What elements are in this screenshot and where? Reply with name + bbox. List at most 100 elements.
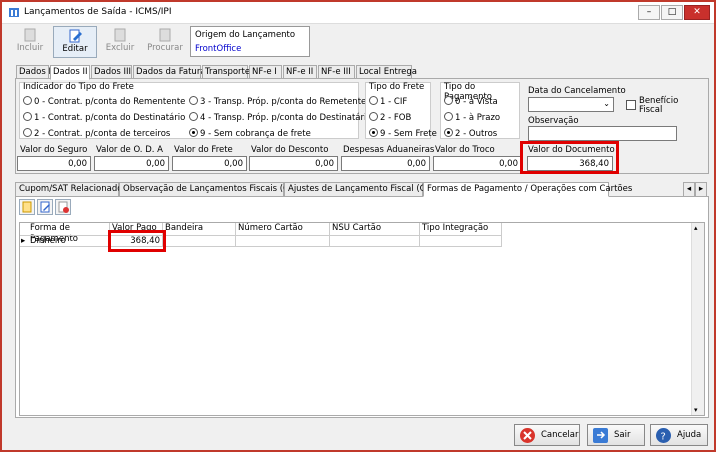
troco-input[interactable]: 0,00 — [433, 156, 522, 171]
ajuda-button[interactable]: ? Ajuda — [650, 424, 708, 446]
col-forma-pagamento: Forma de Pagamento — [28, 223, 110, 244]
desconto-label: Valor do Desconto — [251, 145, 329, 155]
frete-option-0[interactable]: 0 - Contrat. p/conta do Rementente — [23, 96, 185, 107]
troco-label: Valor do Troco — [435, 145, 495, 155]
col-nsu-cartao: NSU Cartão — [330, 223, 420, 235]
excluir-button[interactable]: Excluir — [98, 26, 142, 58]
window-title: Lançamentos de Saída - ICMS/IPI — [24, 7, 172, 17]
pagamento-aprazo[interactable]: 1 - à Prazo — [444, 112, 500, 123]
dados-ii-panel: Indicador do Tipo do Frete 0 - Contrat. … — [15, 78, 709, 174]
edit-row-button[interactable] — [37, 199, 53, 215]
sair-button[interactable]: Sair — [587, 424, 645, 446]
footer: Cancelar Sair ? Ajuda — [2, 420, 714, 450]
frete-option-9[interactable]: 9 - Sem cobrança de frete — [189, 128, 311, 139]
close-button[interactable]: ✕ — [684, 5, 710, 20]
tab-cupom-sat[interactable]: Cupom/SAT Relacionados — [15, 182, 127, 197]
add-document-icon — [24, 28, 36, 42]
cell-forma[interactable]: Dinheiro — [28, 235, 110, 247]
cancelar-button[interactable]: Cancelar — [514, 424, 580, 446]
cell-bandeira[interactable] — [163, 235, 236, 247]
toolbar: Incluir Editar Excluir Procurar — [8, 26, 186, 58]
tab-scroll-right[interactable]: ▸ — [695, 182, 707, 197]
beneficio-fiscal-checkbox[interactable] — [626, 100, 636, 110]
maximize-button[interactable]: □ — [661, 5, 683, 20]
beneficio-label-2: Fiscal — [639, 105, 663, 115]
radio-icon — [369, 112, 378, 121]
seguro-input[interactable]: 0,00 — [17, 156, 91, 171]
tab-formas-pagamento[interactable]: Formas de Pagamento / Operações com Cart… — [423, 182, 632, 197]
radio-checked-icon — [444, 128, 453, 137]
tipo-frete-cif[interactable]: 1 - CIF — [369, 96, 407, 107]
cell-numero-cartao[interactable] — [236, 235, 330, 247]
origem-box: Origem do Lançamento FrontOffice — [190, 26, 310, 57]
radio-icon — [23, 128, 32, 137]
seguro-label: Valor do Seguro — [20, 145, 88, 155]
tab-dados-ii[interactable]: Dados II — [50, 65, 90, 80]
observacao-input[interactable] — [528, 126, 677, 141]
delete-icon — [114, 28, 126, 42]
tab-transporte[interactable]: Transporte — [202, 65, 250, 79]
main-window: Lançamentos de Saída - ICMS/IPI – □ ✕ In… — [0, 0, 716, 452]
tab-dados-iii[interactable]: Dados III — [91, 65, 132, 79]
cell-tipo-integracao[interactable] — [420, 235, 502, 247]
add-row-button[interactable] — [19, 199, 35, 215]
vertical-scrollbar[interactable]: ▴ ▾ — [691, 223, 704, 415]
cell-nsu[interactable] — [330, 235, 420, 247]
frete-input[interactable]: 0,00 — [172, 156, 247, 171]
row-indicator-icon: ▸ — [20, 235, 28, 247]
tipo-frete-group: Tipo do Frete 1 - CIF 2 - FOB 9 - Sem Fr… — [365, 82, 437, 139]
edit-icon — [69, 29, 82, 43]
title-bar: Lançamentos de Saída - ICMS/IPI – □ ✕ — [2, 2, 714, 24]
pagamento-outros[interactable]: 2 - Outros — [444, 128, 497, 139]
incluir-button[interactable]: Incluir — [8, 26, 52, 58]
frete-option-1[interactable]: 1 - Contrat. p/conta do Destinatário — [23, 112, 185, 123]
radio-icon — [189, 96, 198, 105]
app-icon — [9, 8, 19, 17]
tab-scroll-left[interactable]: ◂ — [683, 182, 695, 197]
procurar-button[interactable]: Procurar — [143, 26, 187, 58]
tab-dados-fatura[interactable]: Dados da Fatura — [133, 65, 206, 79]
tipo-pagamento-group: Tipo do Pagamento 0 - à Vista 1 - à Praz… — [440, 82, 520, 139]
tipo-frete-sem[interactable]: 9 - Sem Frete — [369, 128, 437, 139]
delete-row-button[interactable] — [55, 199, 71, 215]
edit-icon — [40, 201, 50, 213]
radio-icon — [369, 96, 378, 105]
minimize-button[interactable]: – — [638, 5, 660, 20]
tipo-frete-fob[interactable]: 2 - FOB — [369, 112, 411, 123]
svg-text:?: ? — [661, 432, 666, 443]
frete-label: Valor do Frete — [174, 145, 233, 155]
aduaneiras-label: Despesas Aduaneiras — [343, 145, 435, 155]
radio-checked-icon — [189, 128, 198, 137]
tab-nfe-i[interactable]: NF-e I — [249, 65, 282, 79]
pagamento-avista[interactable]: 0 - à Vista — [444, 96, 498, 107]
desconto-input[interactable]: 0,00 — [249, 156, 338, 171]
cancelamento-label: Data do Cancelamento — [528, 86, 626, 96]
radio-icon — [23, 112, 32, 121]
frete-option-4[interactable]: 4 - Transp. Próp. p/conta do Destinatári… — [189, 112, 372, 123]
frete-option-2[interactable]: 2 - Contrat. p/conta de terceiros — [23, 128, 170, 139]
delete-icon — [58, 201, 69, 213]
frete-indicator-group: Indicador do Tipo do Frete 0 - Contrat. … — [19, 82, 372, 139]
tab-nfe-ii[interactable]: NF-e II — [283, 65, 317, 79]
cancel-icon — [520, 428, 535, 443]
frete-option-3[interactable]: 3 - Transp. Próp. p/conta do Remetente — [189, 96, 366, 107]
search-icon — [159, 28, 171, 42]
scroll-up-icon[interactable]: ▴ — [694, 224, 698, 232]
aduaneiras-input[interactable]: 0,00 — [341, 156, 430, 171]
radio-icon — [444, 112, 453, 121]
col-numero-cartao: Número Cartão — [236, 223, 330, 235]
tab-dados-i[interactable]: Dados I — [16, 65, 51, 79]
editar-button[interactable]: Editar — [53, 26, 97, 58]
cancelamento-date-picker[interactable]: ⌄ — [528, 97, 614, 112]
scroll-down-icon[interactable]: ▾ — [694, 406, 698, 414]
tab-local-entrega[interactable]: Local Entrega — [356, 65, 417, 79]
oda-input[interactable]: 0,00 — [94, 156, 169, 171]
tab-ajustes-c197[interactable]: Ajustes de Lançamento Fiscal (C197) — [284, 182, 445, 197]
tab-nfe-iii[interactable]: NF-e III — [318, 65, 355, 79]
tab-observacao-c195[interactable]: Observação de Lançamentos Fiscais (C195) — [119, 182, 309, 197]
origem-value: FrontOffice — [195, 44, 242, 54]
payment-grid: Forma de Pagamento Valor Pago Bandeira N… — [19, 222, 705, 416]
frete-indicator-title: Indicador do Tipo do Frete — [23, 82, 134, 92]
radio-checked-icon — [369, 128, 378, 137]
origem-label: Origem do Lançamento — [195, 30, 296, 40]
